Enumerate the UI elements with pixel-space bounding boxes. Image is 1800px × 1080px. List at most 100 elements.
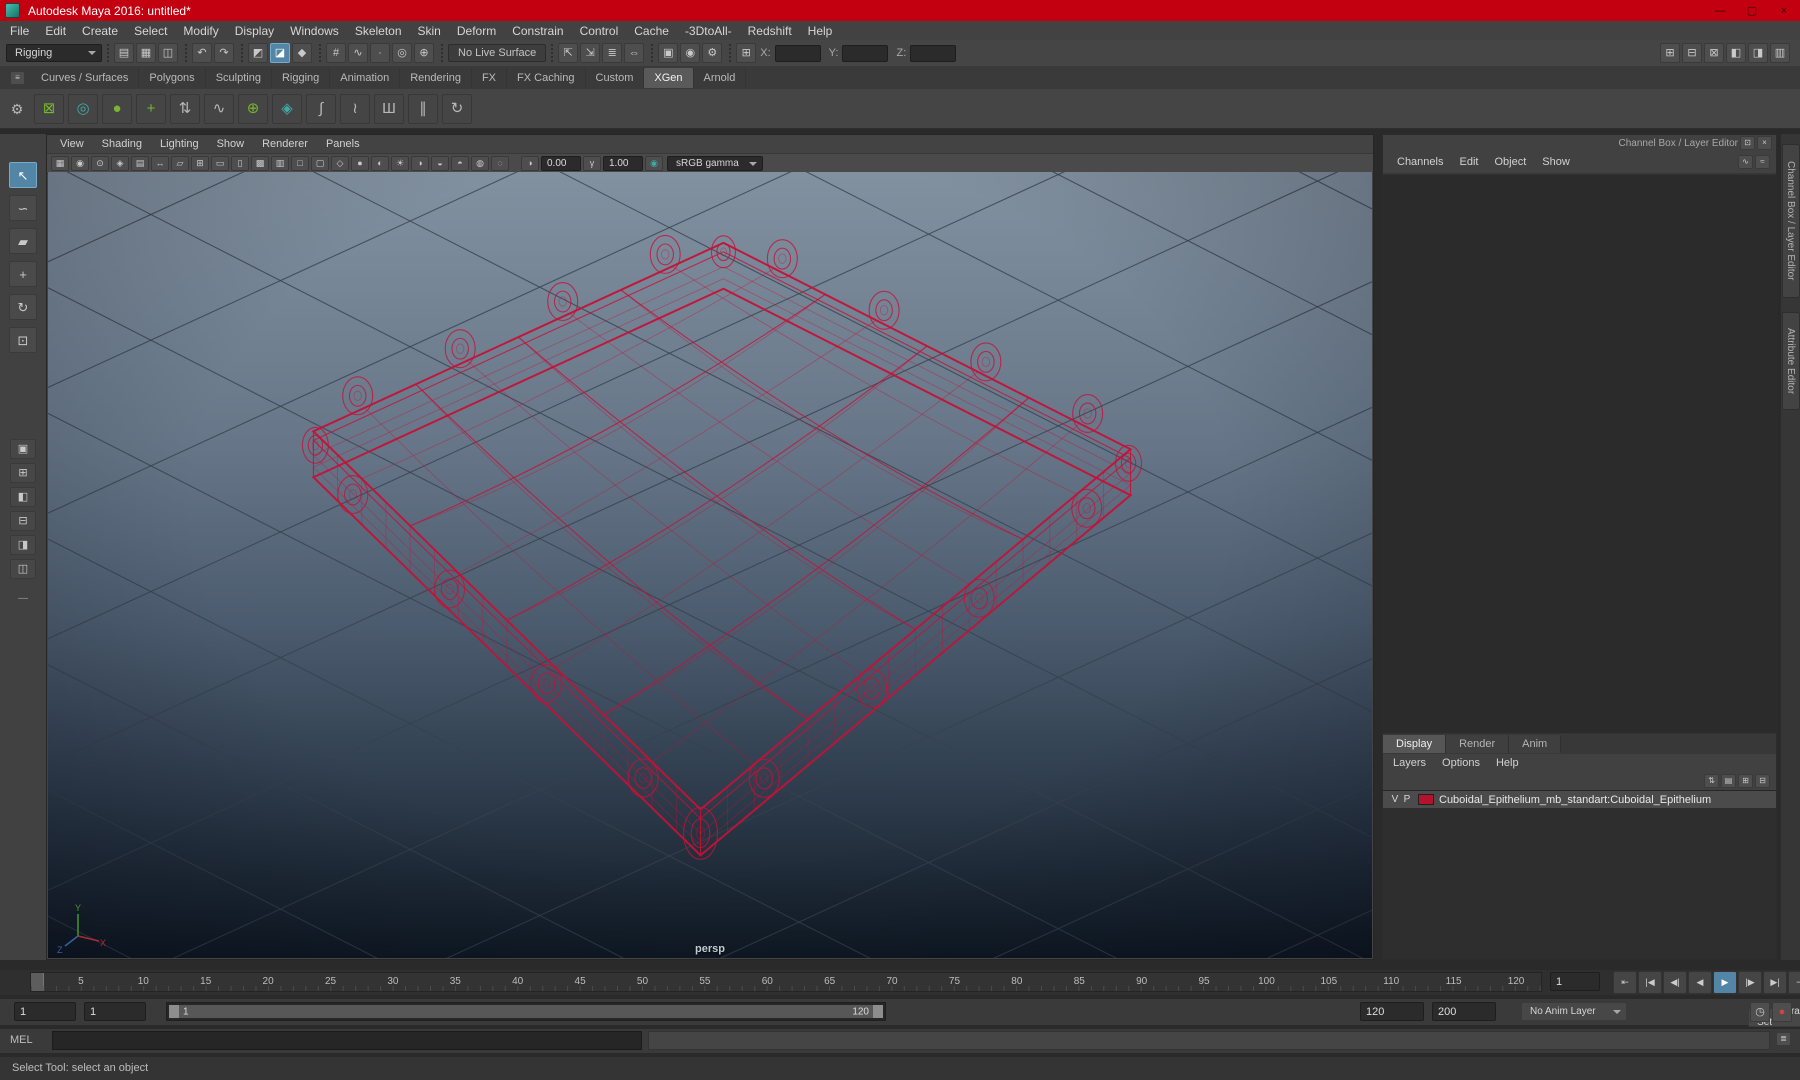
layout-persp-outliner-button[interactable]: ◧ [10, 487, 36, 507]
camera-attributes-icon[interactable]: ⊙ [91, 156, 109, 171]
attribute-editor-toggle-icon[interactable]: ◧ [1726, 43, 1746, 63]
textured-mode-icon[interactable]: ◐ [371, 156, 389, 171]
symmetry-toggle-icon[interactable]: ⇔ [624, 43, 645, 63]
playback-end-field[interactable]: 120 [1360, 1002, 1424, 1021]
step-back-key-button[interactable]: ◀| [1663, 971, 1687, 994]
snap-to-plane-icon[interactable]: ◎ [392, 43, 412, 63]
xgen-sculpt-guide-icon[interactable]: ∿ [204, 93, 234, 124]
shelf-options-gear-icon[interactable]: ⚙ [6, 98, 28, 120]
script-editor-icon[interactable]: ≣ [1776, 1032, 1791, 1046]
shelf-tab[interactable]: Animation [330, 67, 401, 88]
xgen-convert-to-poly-icon[interactable]: ◈ [272, 93, 302, 124]
menu-item[interactable]: Control [572, 22, 627, 40]
select-component-icon[interactable]: ◆ [292, 43, 312, 63]
make-live-icon[interactable]: ⊕ [414, 43, 434, 63]
new-empty-layer-icon[interactable]: ⊞ [1738, 774, 1753, 788]
channel-box-menu-item[interactable]: Show [1534, 156, 1578, 168]
xgen-add-guide-icon[interactable]: + [136, 93, 166, 124]
gate-mask-icon[interactable]: ▩ [251, 156, 269, 171]
channel-box-menu-item[interactable]: Object [1486, 156, 1534, 168]
menu-item[interactable]: Select [126, 22, 175, 40]
layout-four-pane-button[interactable]: ⊞ [10, 463, 36, 483]
xgen-refresh-preview-icon[interactable]: ↻ [442, 93, 472, 124]
sidebar-tab[interactable]: Attribute Editor [1781, 312, 1800, 410]
undo-icon[interactable]: ↶ [192, 43, 212, 63]
pin-panel-icon[interactable]: ⊡ [1740, 136, 1755, 150]
2d-pan-zoom-icon[interactable]: ↔ [151, 156, 169, 171]
wireframe-mode-icon[interactable]: ◇ [331, 156, 349, 171]
channel-stats-icon[interactable]: ≈ [1755, 155, 1770, 169]
range-slider[interactable]: 1 120 [166, 1002, 886, 1021]
color-managed-icon[interactable]: ◉ [645, 156, 663, 171]
exposure-icon[interactable]: ◑ [521, 156, 539, 171]
viewport-menu-item[interactable]: Panels [317, 138, 369, 150]
toolbox-collapse-button[interactable]: — [18, 593, 28, 604]
xray-icon[interactable]: ◍ [471, 156, 489, 171]
sidebar-tab[interactable]: Channel Box / Layer Editor [1781, 144, 1800, 298]
auto-keyframe-icon[interactable]: ● [1772, 1002, 1792, 1022]
object-details-icon[interactable]: ⊟ [1682, 43, 1702, 63]
field-chart-icon[interactable]: ▥ [271, 156, 289, 171]
layer-editor-tab[interactable]: Render [1446, 735, 1510, 753]
range-end-handle[interactable] [873, 1005, 883, 1018]
open-scene-icon[interactable]: ▦ [136, 43, 156, 63]
titlebar[interactable]: Autodesk Maya 2016: untitled* — ▢ × [0, 0, 1800, 21]
lasso-tool-icon[interactable]: ∽ [9, 195, 37, 221]
xgen-curves-to-guides-icon[interactable]: ∫ [306, 93, 336, 124]
channel-box-toggle-icon[interactable]: ▥ [1770, 43, 1790, 63]
layer-editor-menu-item[interactable]: Help [1488, 757, 1527, 769]
xgen-create-description-icon[interactable]: ● [102, 93, 132, 124]
xgen-guides-to-curves-icon[interactable]: ≀ [340, 93, 370, 124]
highlight-selection-icon[interactable]: ⊞ [1660, 43, 1680, 63]
menu-item[interactable]: Edit [37, 22, 74, 40]
gamma-field[interactable]: 1.00 [603, 156, 643, 171]
shelf-tab[interactable]: FX Caching [507, 67, 586, 88]
menu-item[interactable]: Modify [175, 22, 226, 40]
select-hierarchy-icon[interactable]: ◩ [248, 43, 268, 63]
playback-speed-icon[interactable]: ◷ [1750, 1002, 1770, 1022]
xgen-export-patches-icon[interactable]: ◎ [68, 93, 98, 124]
menu-item[interactable]: -3DtoAll- [677, 22, 740, 40]
resolution-gate-icon[interactable]: ▯ [231, 156, 249, 171]
play-forwards-button[interactable]: ▶ [1713, 971, 1737, 994]
viewport-menu-item[interactable]: Shading [93, 138, 151, 150]
maximize-button[interactable]: ▢ [1736, 0, 1768, 21]
render-current-frame-icon[interactable]: ▣ [658, 43, 679, 63]
go-to-start-button[interactable]: ⇤ [1613, 971, 1637, 994]
safe-action-icon[interactable]: □ [291, 156, 309, 171]
z-input[interactable] [910, 44, 957, 62]
shelf-tab[interactable]: FX [472, 67, 508, 88]
layers-sort-icon[interactable]: ⇅ [1704, 774, 1719, 788]
play-backwards-button[interactable]: ◀ [1688, 971, 1712, 994]
inputs-to-selected-icon[interactable]: ⇱ [558, 43, 579, 63]
save-scene-icon[interactable]: ◫ [158, 43, 178, 63]
exposure-field[interactable]: 0.00 [541, 156, 581, 171]
xgen-lock-guide-icon[interactable]: ⊕ [238, 93, 268, 124]
construction-history-icon[interactable]: ≣ [602, 43, 623, 63]
viewport-menu-item[interactable]: Renderer [253, 138, 317, 150]
motion-blur-icon[interactable]: ◓ [451, 156, 469, 171]
outputs-from-selected-icon[interactable]: ⇲ [580, 43, 601, 63]
playback-start-field[interactable]: 1 [84, 1002, 146, 1021]
snap-to-grid-icon[interactable]: # [326, 43, 346, 63]
xgen-open-editor-icon[interactable]: ⊠ [34, 93, 64, 124]
command-input[interactable] [52, 1031, 642, 1050]
menu-item[interactable]: Skeleton [347, 22, 410, 40]
select-object-icon[interactable]: ◪ [270, 43, 290, 63]
absolute-transform-icon[interactable]: ⊞ [736, 43, 757, 63]
shelf-tab[interactable]: Curves / Surfaces [31, 67, 140, 88]
layout-persp-graph-button[interactable]: ⊟ [10, 511, 36, 531]
safe-title-icon[interactable]: ▢ [311, 156, 329, 171]
snap-to-point-icon[interactable]: ∙ [370, 43, 390, 63]
shelf-tab[interactable]: Rigging [272, 67, 331, 88]
gamma-icon[interactable]: γ [583, 156, 601, 171]
y-input[interactable] [842, 44, 889, 62]
layer-playback-toggle[interactable]: P [1401, 794, 1413, 805]
modeling-toolkit-toggle-icon[interactable]: ⊠ [1704, 43, 1724, 63]
layer-color-swatch[interactable] [1418, 794, 1434, 805]
close-button[interactable]: × [1768, 0, 1800, 21]
shelf-tab[interactable]: Rendering [400, 67, 472, 88]
channel-box-menu-item[interactable]: Channels [1389, 156, 1451, 168]
scale-tool-icon[interactable]: ⊡ [9, 327, 37, 353]
xgen-comb-brush-icon[interactable]: Ш [374, 93, 404, 124]
